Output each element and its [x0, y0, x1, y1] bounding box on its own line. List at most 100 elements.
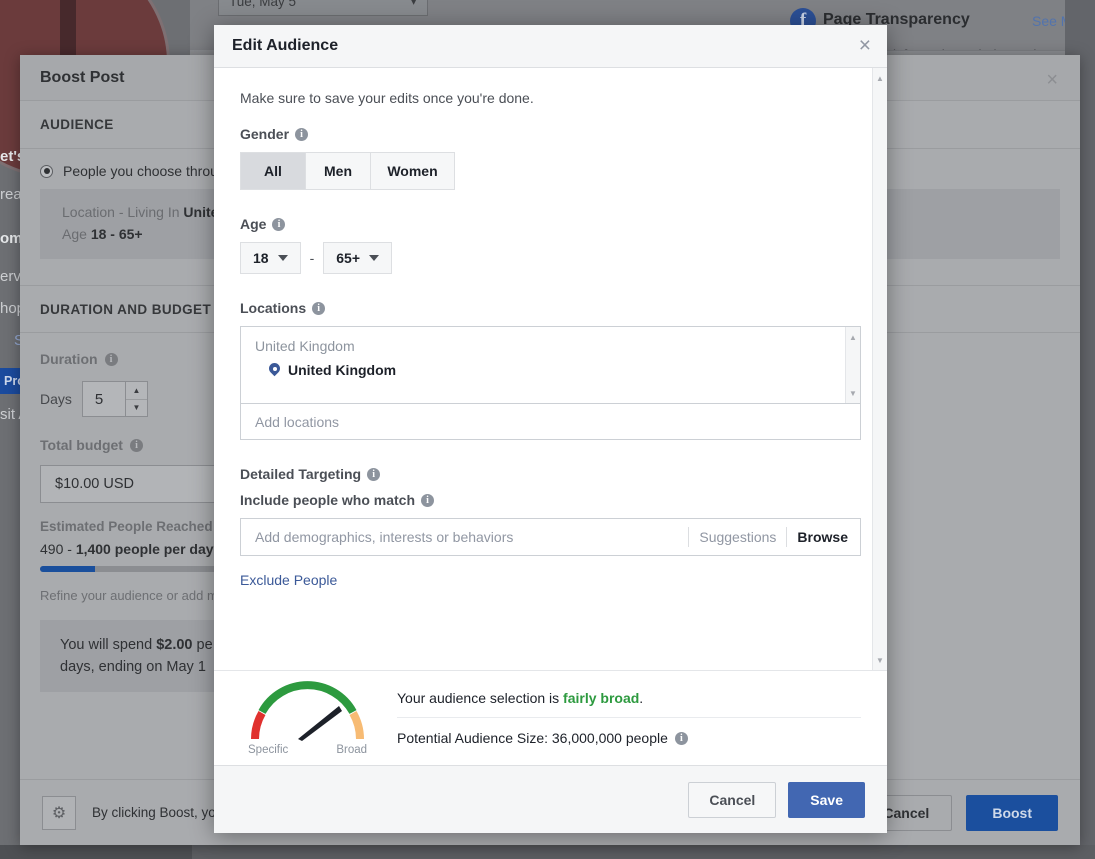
info-icon-duration[interactable]: i	[105, 353, 118, 366]
background-bottom-bar-inner	[192, 845, 1095, 859]
total-budget-label: Total budget	[40, 437, 123, 453]
location-pin-icon	[269, 363, 280, 377]
boost-footer-legal-text: By clicking Boost, you	[92, 805, 223, 820]
edit-audience-scroll-area: Make sure to save your edits once you're…	[214, 68, 887, 671]
age-range-row: 18 - 65+	[240, 242, 861, 274]
info-icon-age[interactable]: i	[272, 218, 285, 231]
size-prefix: Potential Audience Size:	[397, 730, 552, 746]
save-edits-note: Make sure to save your edits once you're…	[240, 90, 861, 106]
audience-gauge-info: Your audience selection is fairly broad.…	[397, 690, 861, 746]
stepper-up-icon[interactable]: ▲	[126, 382, 147, 400]
size-suffix: people	[622, 730, 668, 746]
chevron-down-icon	[278, 255, 288, 261]
spend-amount: $2.00	[156, 637, 192, 653]
days-value[interactable]: 5	[83, 382, 125, 416]
audience-radio-label: People you choose throug	[63, 163, 226, 179]
include-people-label: Include people who match	[240, 492, 415, 508]
edit-audience-modal: Edit Audience × Make sure to save your e…	[214, 25, 887, 833]
gender-option-women[interactable]: Women	[371, 153, 454, 189]
gender-label-row: Gender i	[240, 126, 861, 142]
boost-footer-buttons: Cancel Boost	[860, 795, 1058, 831]
gauge-icon	[240, 681, 375, 743]
age-max-dropdown[interactable]: 65+	[323, 242, 392, 274]
info-icon-budget[interactable]: i	[130, 439, 143, 452]
scroll-up-icon[interactable]: ▲	[846, 329, 860, 345]
locations-list-box: United Kingdom United Kingdom ▲ ▼	[240, 326, 861, 404]
audience-location-prefix: Location - Living In	[62, 204, 183, 220]
avatar-overlay-bar	[60, 0, 76, 58]
info-icon-audience-size[interactable]: i	[675, 732, 688, 745]
add-locations-input[interactable]: Add locations	[240, 404, 861, 440]
location-item-label: United Kingdom	[288, 362, 396, 378]
locations-scrollbar[interactable]: ▲ ▼	[845, 327, 860, 403]
boost-post-close-icon[interactable]: ×	[1046, 69, 1058, 92]
gauge-specific-label: Specific	[248, 744, 288, 756]
locations-group-header: United Kingdom	[241, 327, 860, 358]
edit-audience-scrollbar[interactable]: ▲ ▼	[872, 68, 887, 670]
scroll-down-icon[interactable]: ▼	[873, 652, 887, 668]
scroll-up-icon[interactable]: ▲	[873, 70, 887, 86]
age-min-dropdown[interactable]: 18	[240, 242, 301, 274]
browse-button[interactable]: Browse	[797, 529, 854, 545]
spend-line2: days, ending on May 1	[60, 659, 206, 675]
divider	[786, 527, 787, 547]
gauge-broad-label: Broad	[336, 744, 367, 756]
boost-submit-button[interactable]: Boost	[966, 795, 1058, 831]
reach-low: 490	[40, 541, 63, 557]
cancel-button[interactable]: Cancel	[688, 782, 776, 818]
suggestions-button[interactable]: Suggestions	[699, 529, 776, 545]
chevron-down-icon: ▾	[410, 0, 417, 9]
location-list-item[interactable]: United Kingdom	[241, 358, 860, 388]
summary-prefix: Your audience selection is	[397, 690, 563, 706]
detailed-targeting-label: Detailed Targeting	[240, 466, 361, 482]
detailed-targeting-input-row: Add demographics, interests or behaviors…	[240, 518, 861, 556]
summary-value: fairly broad	[563, 690, 639, 706]
chevron-down-icon	[369, 255, 379, 261]
info-icon-detailed-targeting[interactable]: i	[367, 468, 380, 481]
stepper-down-icon[interactable]: ▼	[126, 400, 147, 417]
detailed-targeting-input[interactable]: Add demographics, interests or behaviors	[255, 529, 678, 545]
audience-selection-summary: Your audience selection is fairly broad.	[397, 690, 861, 717]
divider	[688, 527, 689, 547]
scroll-down-icon[interactable]: ▼	[846, 385, 860, 401]
days-stepper[interactable]: 5 ▲ ▼	[82, 381, 148, 417]
info-icon-gender[interactable]: i	[295, 128, 308, 141]
radio-selected-icon[interactable]	[40, 165, 53, 178]
gear-icon[interactable]: ⚙	[42, 796, 76, 830]
save-button[interactable]: Save	[788, 782, 865, 818]
edit-audience-title: Edit Audience	[232, 37, 338, 55]
gauge-axis-labels: Specific Broad	[240, 744, 375, 756]
reach-sep: -	[63, 541, 75, 557]
edit-audience-content: Make sure to save your edits once you're…	[214, 68, 887, 600]
edit-audience-header: Edit Audience ×	[214, 25, 887, 68]
days-stepper-arrows[interactable]: ▲ ▼	[125, 382, 147, 416]
reach-high: 1,400	[76, 541, 111, 557]
spend-prefix: You will spend	[60, 637, 156, 653]
age-range-dash: -	[310, 250, 315, 266]
age-label: Age	[240, 216, 266, 232]
boost-post-title: Boost Post	[40, 69, 124, 87]
days-word-label: Days	[40, 391, 72, 407]
include-people-label-row: Include people who match i	[240, 492, 861, 508]
audience-gauge: Specific Broad	[240, 681, 375, 756]
gender-option-all[interactable]: All	[241, 153, 306, 189]
info-icon-include-people[interactable]: i	[421, 494, 434, 507]
size-text: Potential Audience Size: 36,000,000 peop…	[397, 730, 668, 746]
gender-segmented-control: All Men Women	[240, 152, 455, 190]
exclude-people-link[interactable]: Exclude People	[240, 572, 337, 588]
age-max-value: 65+	[336, 250, 360, 266]
detailed-targeting-label-row: Detailed Targeting i	[240, 466, 861, 482]
info-icon-locations[interactable]: i	[312, 302, 325, 315]
audience-gauge-panel: Specific Broad Your audience selection i…	[214, 671, 887, 765]
background-date-field[interactable]: Tue, May 5 ▾	[218, 0, 428, 16]
background-date-value: Tue, May 5	[229, 0, 296, 9]
close-icon[interactable]: ×	[859, 35, 871, 57]
audience-age-value: 18 - 65+	[91, 226, 143, 242]
duration-label: Duration	[40, 351, 98, 367]
locations-label-row: Locations i	[240, 300, 861, 316]
reach-suffix: people per day	[111, 541, 214, 557]
summary-suffix: .	[639, 690, 643, 706]
age-min-value: 18	[253, 250, 269, 266]
gender-option-men[interactable]: Men	[306, 153, 371, 189]
age-label-row: Age i	[240, 216, 861, 232]
